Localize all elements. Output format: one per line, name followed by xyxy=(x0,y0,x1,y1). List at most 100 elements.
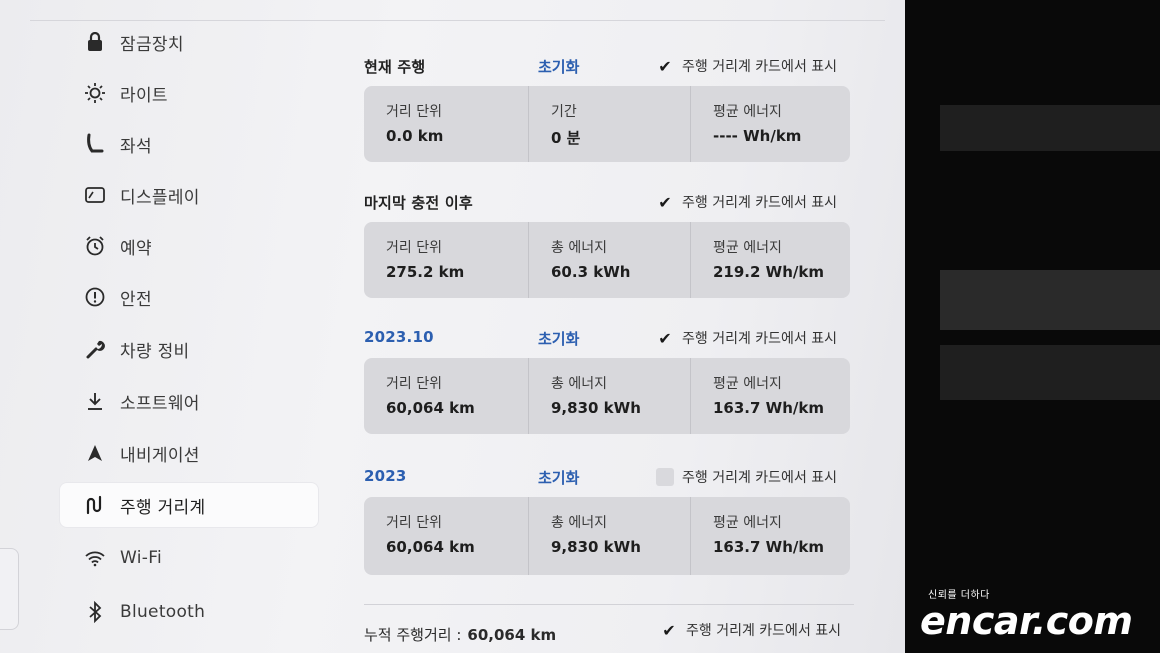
sidebar-item-label: 소프트웨어 xyxy=(120,393,200,414)
show-on-trip-card-toggle[interactable]: ✔ 주행 거리계 카드에서 표시 xyxy=(656,192,837,212)
wifi-icon xyxy=(82,545,108,571)
background-stripe xyxy=(940,345,1160,400)
section-current-drive: 현재 주행 초기화 ✔ 주행 거리계 카드에서 표시 거리 단위 0.0 km … xyxy=(364,54,850,162)
alert-circle-icon xyxy=(82,284,108,310)
sidebar-item-label: 내비게이션 xyxy=(120,445,200,466)
stat-value: 0 분 xyxy=(551,129,581,147)
stat-label: 총 에너지 xyxy=(551,240,607,256)
stat-value: 163.7 Wh/km xyxy=(713,538,824,556)
stats-card: 거리 단위 60,064 km 총 에너지 9,830 kWh 평균 에너지 1… xyxy=(364,358,850,434)
sidebar-item-navigation[interactable]: 내비게이션 xyxy=(60,431,318,475)
stat-avg-energy: 평균 에너지 219.2 Wh/km xyxy=(690,222,850,298)
stat-label: 평균 에너지 xyxy=(713,104,782,120)
footer-divider xyxy=(364,604,854,605)
stat-label: 기간 xyxy=(551,104,577,120)
stat-value: 9,830 kWh xyxy=(551,538,641,556)
sidebar-item-label: Wi-Fi xyxy=(120,548,163,568)
sidebar-item-service[interactable]: 차량 정비 xyxy=(60,327,318,371)
reset-button[interactable]: 초기화 xyxy=(538,328,579,349)
stat-value: 0.0 km xyxy=(386,127,444,145)
stat-duration: 기간 0 분 xyxy=(528,86,690,162)
watermark-logo: 신뢰를 더하다 encar.com xyxy=(920,586,1133,643)
download-icon xyxy=(82,388,108,414)
stat-total-energy: 총 에너지 9,830 kWh xyxy=(528,358,690,434)
sidebar-item-safety[interactable]: 안전 xyxy=(60,275,318,319)
stat-distance: 거리 단위 0.0 km xyxy=(364,86,528,162)
trip-route-icon xyxy=(82,492,108,518)
sidebar-item-display[interactable]: 디스플레이 xyxy=(60,173,318,217)
show-on-trip-card-toggle[interactable]: ✔ 주행 거리계 카드에서 표시 xyxy=(656,328,837,348)
checkmark-icon: ✔ xyxy=(658,328,672,348)
sidebar-item-wifi[interactable]: Wi-Fi xyxy=(60,536,318,580)
alarm-clock-icon xyxy=(82,233,108,259)
sidebar-item-label: 예약 xyxy=(120,238,152,259)
section-since-last-charge: 마지막 충전 이후 ✔ 주행 거리계 카드에서 표시 거리 단위 275.2 k… xyxy=(364,190,850,298)
stat-avg-energy: 평균 에너지 ---- Wh/km xyxy=(690,86,850,162)
sidebar-edge xyxy=(0,548,19,630)
stats-card: 거리 단위 60,064 km 총 에너지 9,830 kWh 평균 에너지 1… xyxy=(364,497,850,575)
sidebar-item-seats[interactable]: 좌석 xyxy=(60,122,318,166)
watermark-brand: encar.com xyxy=(920,599,1133,643)
background-stripe xyxy=(940,105,1160,151)
stat-value: 60,064 km xyxy=(386,538,475,556)
background-stripe xyxy=(940,270,1160,330)
sidebar-item-label: 라이트 xyxy=(120,85,168,106)
sidebar-item-label: 좌석 xyxy=(120,136,152,157)
stats-card: 거리 단위 0.0 km 기간 0 분 평균 에너지 ---- Wh/km xyxy=(364,86,850,162)
section-title: 2023.10 xyxy=(364,328,434,346)
sidebar-item-lights[interactable]: 라이트 xyxy=(60,71,318,115)
stat-total-energy: 총 에너지 9,830 kWh xyxy=(528,497,690,575)
sidebar-item-label: Bluetooth xyxy=(120,602,206,622)
stat-value: 9,830 kWh xyxy=(551,399,641,417)
sidebar-item-schedule[interactable]: 예약 xyxy=(60,224,318,268)
sidebar-item-locks[interactable]: 잠금장치 xyxy=(60,20,318,64)
toggle-label: 주행 거리계 카드에서 표시 xyxy=(686,623,842,639)
show-on-trip-card-toggle[interactable]: ✔ 주행 거리계 카드에서 표시 xyxy=(656,56,837,76)
stat-label: 평균 에너지 xyxy=(713,240,782,256)
toggle-label: 주행 거리계 카드에서 표시 xyxy=(682,59,838,75)
stat-label: 총 에너지 xyxy=(551,376,607,392)
section-year-2023: 2023 초기화 주행 거리계 카드에서 표시 거리 단위 60,064 km … xyxy=(364,465,850,575)
stat-label: 거리 단위 xyxy=(386,515,442,531)
stat-label: 거리 단위 xyxy=(386,376,442,392)
sidebar-item-label: 잠금장치 xyxy=(120,34,184,55)
sidebar-item-label: 디스플레이 xyxy=(120,187,200,208)
bluetooth-icon xyxy=(82,599,108,625)
checkmark-icon: ✔ xyxy=(662,620,676,640)
toggle-label: 주행 거리계 카드에서 표시 xyxy=(682,470,838,486)
settings-screen: 잠금장치 라이트 좌석 디스플레이 예약 안전 차량 정비 소프트웨어 내비게이… xyxy=(0,0,906,653)
stat-value: 60,064 km xyxy=(386,399,475,417)
seat-icon xyxy=(82,131,108,157)
stat-avg-energy: 평균 에너지 163.7 Wh/km xyxy=(690,358,850,434)
lock-icon xyxy=(82,29,108,55)
sidebar-item-software[interactable]: 소프트웨어 xyxy=(60,379,318,423)
stat-label: 평균 에너지 xyxy=(713,376,782,392)
stat-value: 60.3 kWh xyxy=(551,263,631,281)
stat-value: 219.2 Wh/km xyxy=(713,263,824,281)
sidebar-item-label: 안전 xyxy=(120,289,152,310)
sidebar-item-label: 주행 거리계 xyxy=(120,497,206,518)
stat-avg-energy: 평균 에너지 163.7 Wh/km xyxy=(690,497,850,575)
section-title: 현재 주행 xyxy=(364,58,426,76)
navigation-arrow-icon xyxy=(82,440,108,466)
stat-total-energy: 총 에너지 60.3 kWh xyxy=(528,222,690,298)
wrench-icon xyxy=(82,336,108,362)
stat-label: 거리 단위 xyxy=(386,240,442,256)
stat-distance: 거리 단위 60,064 km xyxy=(364,358,528,434)
stat-value: ---- Wh/km xyxy=(713,127,802,145)
stat-label: 거리 단위 xyxy=(386,104,442,120)
display-icon xyxy=(82,182,108,208)
sidebar-item-trips[interactable]: 주행 거리계 xyxy=(60,483,318,527)
total-odometer-value: 60,064 km xyxy=(467,626,557,644)
checkmark-icon: ✔ xyxy=(658,56,672,76)
stat-value: 163.7 Wh/km xyxy=(713,399,824,417)
reset-button[interactable]: 초기화 xyxy=(538,56,579,77)
toggle-label: 주행 거리계 카드에서 표시 xyxy=(682,195,838,211)
sidebar-item-bluetooth[interactable]: Bluetooth xyxy=(60,590,318,634)
show-on-trip-card-toggle[interactable]: 주행 거리계 카드에서 표시 xyxy=(656,467,837,487)
reset-button[interactable]: 초기화 xyxy=(538,467,579,488)
show-on-trip-card-toggle[interactable]: ✔ 주행 거리계 카드에서 표시 xyxy=(660,620,841,640)
checkmark-icon: ✔ xyxy=(658,192,672,212)
sidebar-item-label: 차량 정비 xyxy=(120,341,190,362)
stat-distance: 거리 단위 60,064 km xyxy=(364,497,528,575)
